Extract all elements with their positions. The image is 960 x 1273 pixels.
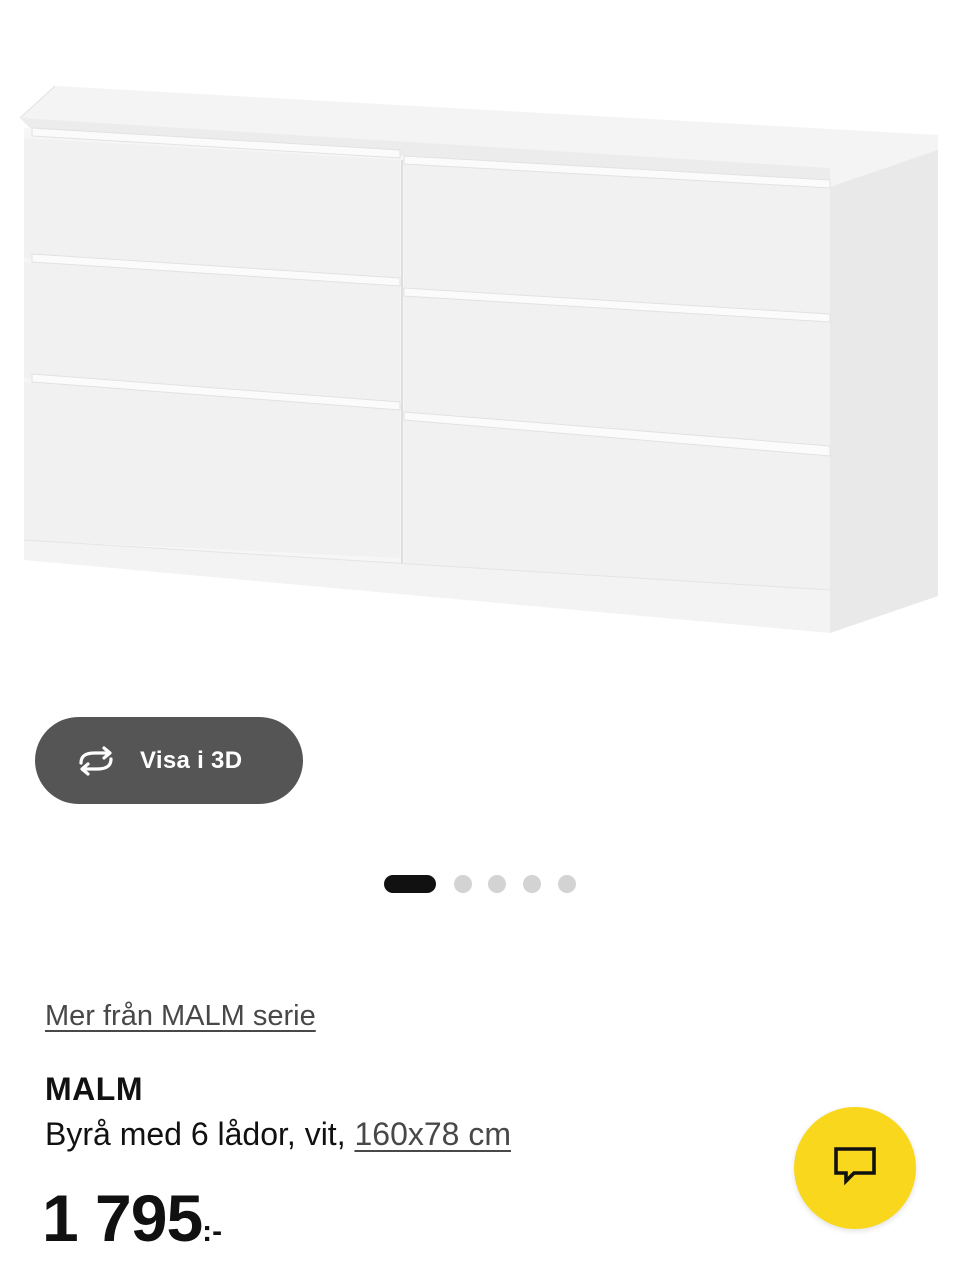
- view-in-3d-button[interactable]: Visa i 3D: [35, 717, 303, 804]
- pager-dot-1[interactable]: [384, 875, 436, 893]
- image-pager: [0, 873, 960, 893]
- pager-dot-4[interactable]: [523, 875, 541, 893]
- price-integer: 1 795: [42, 1181, 203, 1255]
- rotate-3d-icon: [73, 745, 119, 776]
- view-in-3d-label: Visa i 3D: [140, 746, 243, 774]
- product-description-text: Byrå med 6 lådor, vit,: [45, 1116, 355, 1152]
- product-size-link[interactable]: 160x78 cm: [354, 1116, 511, 1152]
- chat-bubble-icon: [832, 1145, 878, 1192]
- pager-dot-3[interactable]: [488, 875, 506, 893]
- dresser-6-drawers-white-image: [19, 85, 938, 633]
- pager-dot-2[interactable]: [454, 875, 472, 893]
- chat-button[interactable]: [794, 1107, 916, 1229]
- series-link[interactable]: Mer från MALM serie: [45, 1000, 316, 1033]
- product-description: Byrå med 6 lådor, vit, 160x78 cm: [45, 1116, 511, 1153]
- product-image[interactable]: [0, 0, 960, 700]
- product-price: 1 795:-: [42, 1185, 222, 1251]
- pager-dot-5[interactable]: [558, 875, 576, 893]
- product-name: MALM: [45, 1071, 143, 1107]
- price-suffix: :-: [202, 1215, 223, 1248]
